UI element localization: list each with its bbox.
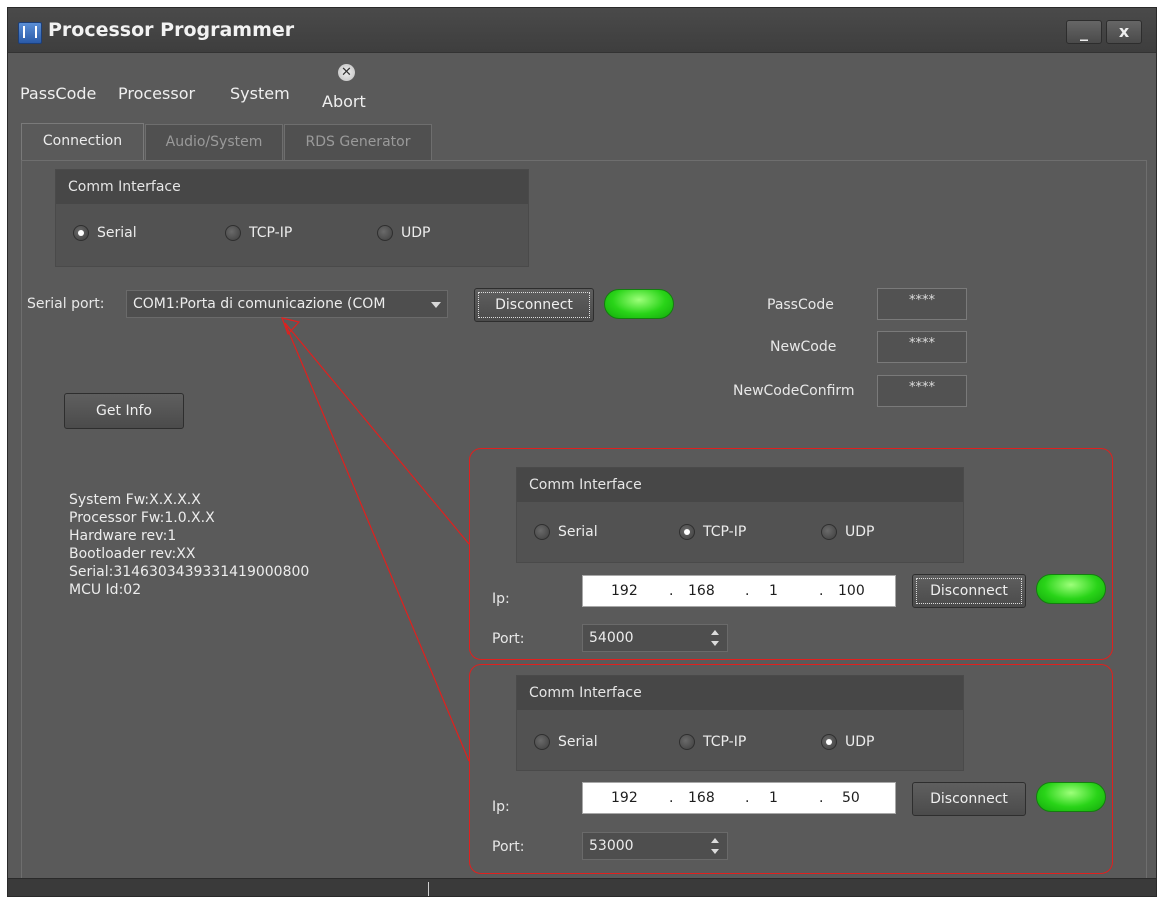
- menu-passcode[interactable]: PassCode: [20, 84, 96, 103]
- close-circle-icon[interactable]: ✕: [338, 64, 355, 81]
- tab-connection[interactable]: Connection: [21, 123, 144, 161]
- arrow-line-udp: [284, 322, 470, 762]
- window-title: Processor Programmer: [48, 19, 295, 41]
- status-separator: [428, 882, 429, 896]
- app-window: Processor Programmer _ x PassCode Proces…: [7, 7, 1157, 897]
- tab-audio-system[interactable]: Audio/System: [145, 124, 283, 160]
- annotation-arrows: [281, 317, 470, 762]
- menu-processor[interactable]: Processor: [118, 84, 195, 103]
- status-bar: [8, 878, 1156, 896]
- title-bar: Processor Programmer _ x: [8, 8, 1156, 53]
- tab-rds-generator[interactable]: RDS Generator: [284, 124, 432, 160]
- abort-button[interactable]: Abort: [322, 92, 366, 111]
- app-icon: [18, 22, 42, 44]
- close-button[interactable]: x: [1106, 20, 1142, 44]
- minimize-button[interactable]: _: [1066, 20, 1102, 44]
- menu-system[interactable]: System: [230, 84, 290, 103]
- connection-page: Comm Interface Serial TCP-IP UDP Serial …: [21, 160, 1147, 880]
- arrow-head-icon: [281, 317, 301, 336]
- arrow-line-tcp: [284, 322, 470, 545]
